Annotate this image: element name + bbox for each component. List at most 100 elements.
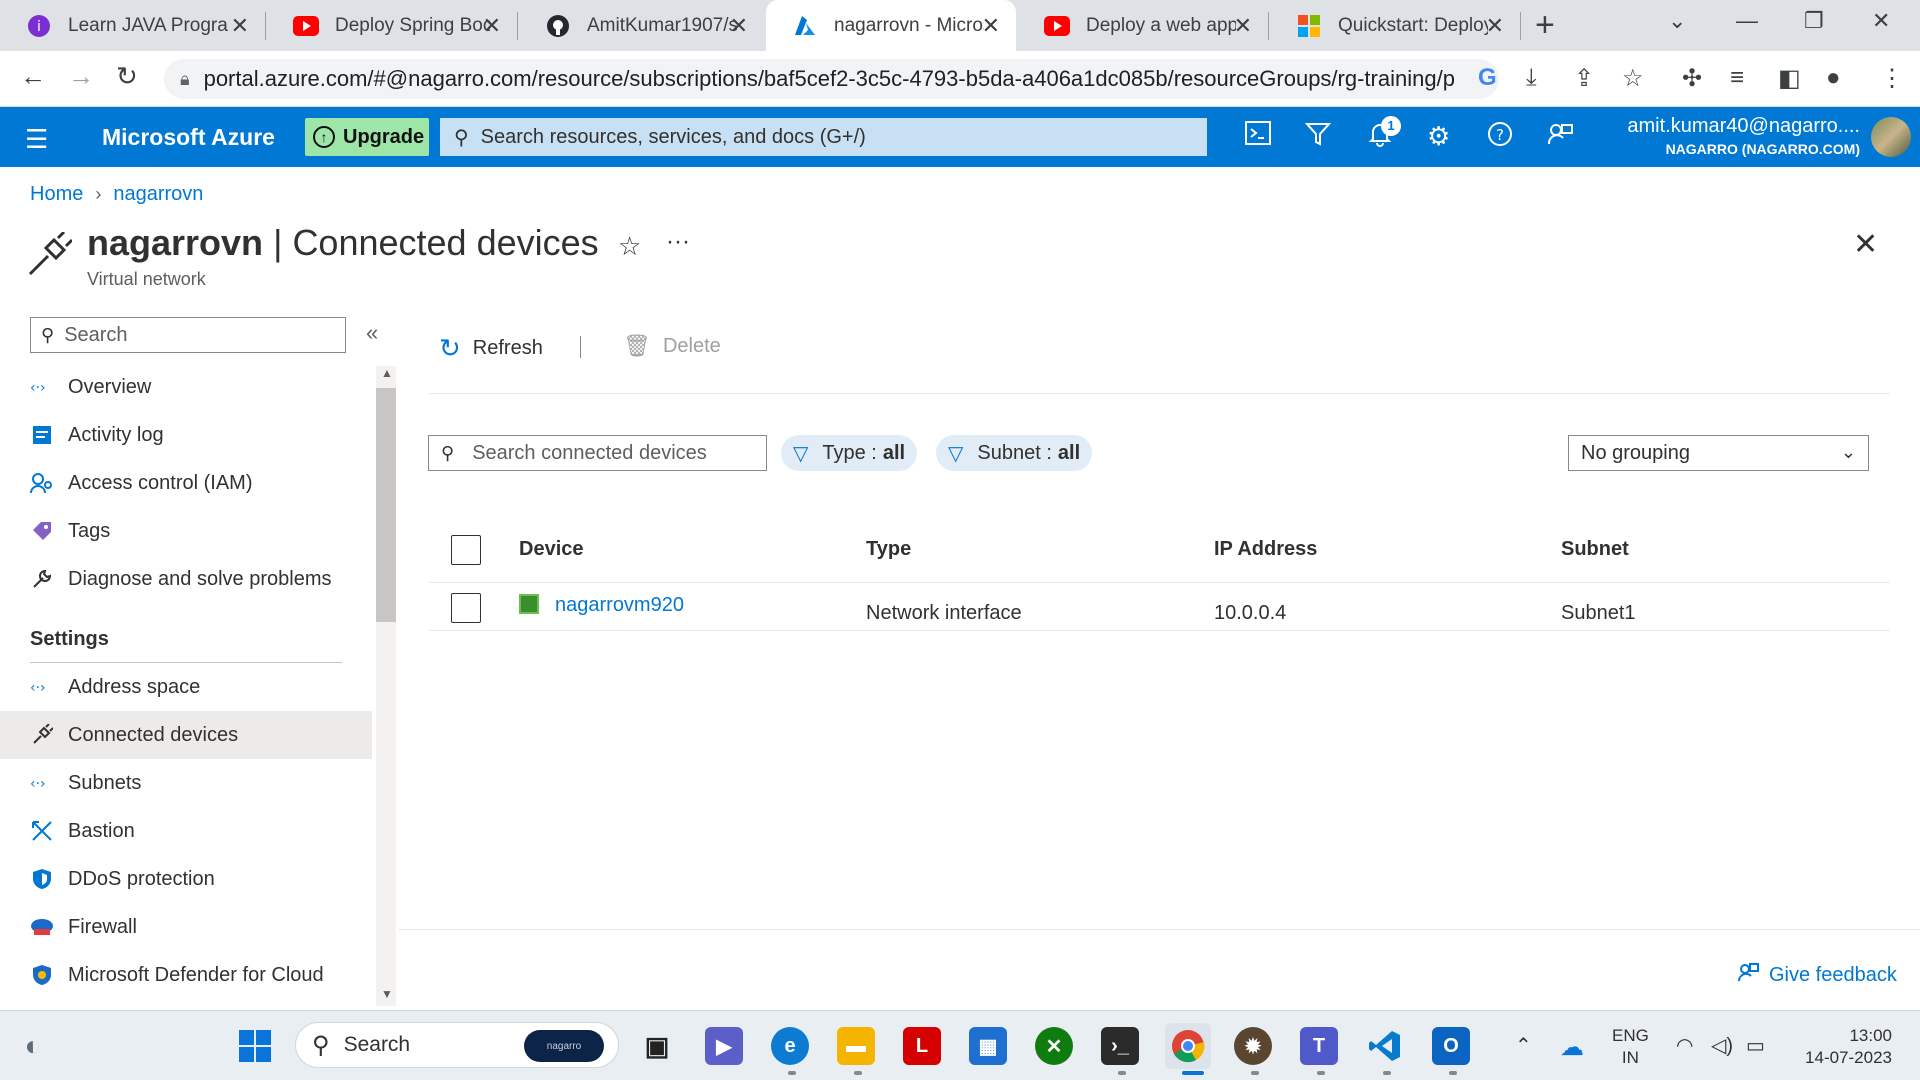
- tab-search-icon[interactable]: ⌄: [1668, 8, 1686, 34]
- reading-list-icon[interactable]: ≡: [1730, 64, 1744, 92]
- xbox-icon[interactable]: ✕: [1035, 1027, 1073, 1065]
- settings-gear-icon[interactable]: ⚙: [1427, 121, 1450, 152]
- close-icon[interactable]: ✕: [1853, 227, 1878, 262]
- scrollbar-thumb[interactable]: [376, 388, 396, 622]
- upgrade-button[interactable]: ↑ Upgrade: [305, 118, 429, 156]
- chevron-up-icon[interactable]: ⌃: [1515, 1033, 1532, 1058]
- taskbar-search[interactable]: ⚲ Search nagarro: [295, 1022, 619, 1068]
- column-header-type[interactable]: Type: [866, 538, 911, 561]
- device-search[interactable]: ⚲: [428, 435, 767, 471]
- column-header-device[interactable]: Device: [519, 538, 584, 561]
- sidebar-item-tags[interactable]: Tags: [0, 507, 372, 555]
- address-bar[interactable]: 🔒︎ portal.azure.com/#@nagarro.com/resour…: [164, 59, 1499, 99]
- help-icon[interactable]: ?: [1487, 121, 1513, 154]
- grouping-dropdown[interactable]: No grouping ⌄: [1568, 435, 1869, 471]
- select-all-checkbox[interactable]: [451, 535, 481, 565]
- install-icon[interactable]: ⤓: [1526, 64, 1537, 92]
- teams-chat-icon[interactable]: ▶: [705, 1027, 743, 1065]
- teams-icon[interactable]: T: [1300, 1027, 1338, 1065]
- file-explorer-icon[interactable]: ▬: [837, 1027, 875, 1065]
- delete-button[interactable]: 🗑︎ Delete: [623, 333, 721, 359]
- restore-icon[interactable]: ❐: [1804, 8, 1824, 34]
- browser-tab[interactable]: Deploy Spring Boot ✕: [267, 0, 517, 51]
- sidebar-item-firewall[interactable]: Firewall: [0, 903, 372, 951]
- sidebar-item-defender[interactable]: Microsoft Defender for Cloud: [0, 951, 372, 999]
- device-search-input[interactable]: [472, 441, 753, 465]
- system-clock[interactable]: 13:00 14-07-2023: [1796, 1025, 1892, 1069]
- close-tab-icon[interactable]: ✕: [730, 13, 748, 39]
- terminal-icon[interactable]: ›_: [1101, 1027, 1139, 1065]
- onedrive-icon[interactable]: ☁: [1560, 1033, 1584, 1062]
- wifi-icon[interactable]: ◠: [1676, 1033, 1693, 1058]
- windows-start-icon[interactable]: [236, 1027, 274, 1065]
- chrome-icon[interactable]: [1165, 1023, 1211, 1069]
- browser-tab[interactable]: Deploy a web appli ✕: [1018, 0, 1268, 51]
- volume-icon[interactable]: ◁): [1711, 1033, 1733, 1058]
- refresh-button[interactable]: ↻ Refresh: [439, 333, 543, 364]
- edge-icon[interactable]: e: [771, 1027, 809, 1065]
- sidebar-item-connected-devices[interactable]: Connected devices: [0, 711, 372, 759]
- scroll-down-icon[interactable]: ▼: [381, 987, 393, 1001]
- reload-icon[interactable]: ↻: [116, 61, 138, 92]
- browser-tab[interactable]: AmitKumar1907/sp ✕: [519, 0, 764, 51]
- sidebar-item-subnets[interactable]: ‹·› Subnets: [0, 759, 372, 807]
- browser-tab-active[interactable]: nagarrovn - Microsoft ✕: [766, 0, 1016, 51]
- global-search[interactable]: ⚲: [440, 118, 1207, 156]
- scroll-up-icon[interactable]: ▲: [381, 366, 393, 380]
- minimize-icon[interactable]: —: [1736, 8, 1758, 34]
- sidebar-item-iam[interactable]: Access control (IAM): [0, 459, 372, 507]
- task-view-icon[interactable]: ▣: [638, 1027, 676, 1065]
- subnet-filter-pill[interactable]: ▽ Subnet : all: [936, 435, 1093, 471]
- global-search-input[interactable]: [480, 125, 1181, 149]
- favorite-star-icon[interactable]: ☆: [618, 231, 641, 262]
- browser-tab[interactable]: i Learn JAVA Programming ✕: [0, 0, 265, 51]
- profile-icon[interactable]: ●: [1826, 64, 1841, 92]
- azure-brand[interactable]: Microsoft Azure: [102, 124, 275, 151]
- lastpass-icon[interactable]: L: [903, 1027, 941, 1065]
- resource-menu-search[interactable]: ⚲: [30, 317, 346, 353]
- battery-icon[interactable]: ▭: [1746, 1033, 1765, 1058]
- breadcrumb-home[interactable]: Home: [30, 183, 83, 206]
- sidebar-item-overview[interactable]: ‹·› Overview: [0, 363, 372, 411]
- column-header-subnet[interactable]: Subnet: [1561, 538, 1629, 561]
- row-checkbox[interactable]: [451, 593, 481, 623]
- game-app-icon[interactable]: ✹: [1234, 1027, 1272, 1065]
- close-tab-icon[interactable]: ✕: [1234, 13, 1252, 39]
- forward-icon[interactable]: →: [68, 61, 94, 92]
- sidebar-item-address-space[interactable]: ‹·› Address space: [0, 663, 372, 711]
- extensions-icon[interactable]: ✣: [1682, 64, 1702, 93]
- close-window-icon[interactable]: ✕: [1872, 8, 1890, 34]
- close-tab-icon[interactable]: ✕: [231, 13, 249, 39]
- collapse-menu-icon[interactable]: «: [366, 320, 378, 346]
- give-feedback-link[interactable]: Give feedback: [1737, 961, 1897, 989]
- directory-filter-icon[interactable]: [1304, 121, 1332, 154]
- microsoft-store-icon[interactable]: ▦: [969, 1027, 1007, 1065]
- close-tab-icon[interactable]: ✕: [483, 13, 501, 39]
- sidebar-item-activity-log[interactable]: Activity log: [0, 411, 372, 459]
- weather-icon[interactable]: ◐: [14, 1027, 52, 1065]
- outlook-icon[interactable]: O: [1432, 1027, 1470, 1065]
- new-tab-icon[interactable]: +: [1535, 6, 1555, 45]
- device-link[interactable]: nagarrovm920: [555, 594, 684, 617]
- sidebar-item-diagnose[interactable]: Diagnose and solve problems: [0, 555, 372, 603]
- feedback-icon[interactable]: [1547, 121, 1573, 154]
- more-options-icon[interactable]: ···: [666, 228, 690, 256]
- vscode-icon[interactable]: [1366, 1027, 1404, 1065]
- browser-menu-icon[interactable]: ⋮: [1880, 64, 1904, 93]
- sidebar-item-ddos[interactable]: DDoS protection: [0, 855, 372, 903]
- type-filter-pill[interactable]: ▽ Type : all: [781, 435, 918, 471]
- google-icon[interactable]: G: [1478, 64, 1497, 92]
- bookmark-star-icon[interactable]: ☆: [1622, 64, 1644, 93]
- back-icon[interactable]: ←: [20, 61, 46, 92]
- browser-tab[interactable]: Quickstart: Deploy ✕: [1270, 0, 1520, 51]
- close-tab-icon[interactable]: ✕: [982, 13, 1000, 39]
- avatar[interactable]: [1871, 117, 1911, 157]
- account-menu[interactable]: amit.kumar40@nagarro.... NAGARRO (NAGARR…: [1627, 115, 1860, 157]
- side-panel-icon[interactable]: ◧: [1778, 64, 1801, 93]
- column-header-ip[interactable]: IP Address: [1214, 538, 1317, 561]
- portal-menu-icon[interactable]: ☰: [25, 124, 48, 155]
- close-tab-icon[interactable]: ✕: [1486, 13, 1504, 39]
- breadcrumb-resource[interactable]: nagarrovn: [113, 183, 203, 206]
- language-indicator[interactable]: ENG IN: [1612, 1025, 1649, 1069]
- cloud-shell-icon[interactable]: [1245, 121, 1271, 152]
